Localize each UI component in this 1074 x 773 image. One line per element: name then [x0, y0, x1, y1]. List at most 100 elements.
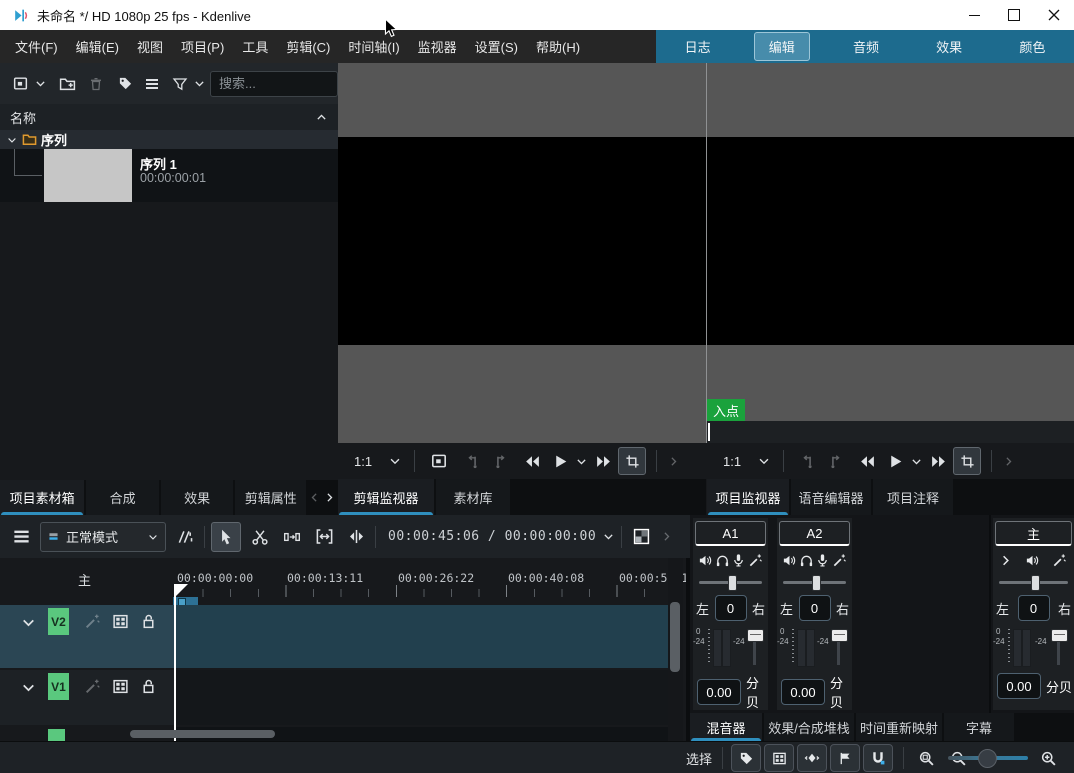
tab-scroll-left-icon[interactable]: [308, 491, 321, 504]
track-badge-v2[interactable]: V2: [48, 608, 69, 635]
bin-item-row[interactable]: 序列 1 00:00:00:01: [0, 149, 338, 202]
workspace-tab-audio[interactable]: 音频: [839, 33, 893, 60]
track-badge-v1[interactable]: V1: [48, 673, 69, 700]
tags-button[interactable]: [116, 72, 135, 96]
timeline-hscroll-thumb[interactable]: [130, 730, 275, 738]
toolbar-overflow-icon[interactable]: [660, 530, 673, 543]
zone-out-button[interactable]: [487, 449, 511, 473]
tab-time-remap[interactable]: 时间重新映射: [856, 713, 942, 741]
mute-speaker-icon[interactable]: [698, 553, 713, 568]
workspace-tab-editing[interactable]: 编辑: [754, 32, 810, 61]
menu-clip[interactable]: 剪辑(C): [277, 37, 339, 56]
record-mic-icon[interactable]: [731, 553, 746, 568]
menu-help[interactable]: 帮助(H): [527, 37, 589, 56]
add-clip-dropdown[interactable]: [33, 72, 47, 96]
timeline-vscroll-thumb[interactable]: [670, 602, 680, 672]
balance-slider[interactable]: [783, 574, 846, 590]
timecode-dropdown-icon[interactable]: [602, 530, 615, 543]
edit-mode-select[interactable]: 正常模式: [40, 522, 166, 552]
snap-toggle-button[interactable]: [863, 744, 893, 772]
play-button[interactable]: [547, 448, 573, 474]
tab-mixer[interactable]: 混音器: [690, 713, 762, 741]
pan-value-box[interactable]: 0: [715, 595, 747, 621]
delete-button[interactable]: [87, 72, 106, 96]
menu-edit[interactable]: 编辑(E): [67, 37, 128, 56]
tab-scroll-right-icon[interactable]: [323, 491, 336, 504]
tab-clip-monitor[interactable]: 剪辑监视器: [338, 479, 434, 515]
workspace-tab-logging[interactable]: 日志: [671, 33, 725, 60]
split-audio-video-button[interactable]: [172, 524, 198, 550]
collapse-track-icon[interactable]: [20, 614, 37, 631]
channel-title[interactable]: 主: [995, 521, 1072, 546]
ripple-tool-button[interactable]: [343, 524, 369, 550]
menu-tools[interactable]: 工具: [233, 37, 277, 56]
forward-button[interactable]: [590, 448, 616, 474]
tab-speech-editor[interactable]: 语音编辑器: [791, 479, 871, 515]
bin-folder-row[interactable]: 序列: [0, 130, 338, 149]
timeline-master-label[interactable]: 主: [78, 570, 91, 589]
tab-clip-properties[interactable]: 剪辑属性: [235, 480, 306, 515]
chevron-down-icon[interactable]: [757, 454, 771, 468]
channel-effects-wand-icon[interactable]: [748, 553, 763, 568]
timeline-menu-button[interactable]: [8, 524, 34, 550]
fader-handle[interactable]: [831, 629, 848, 642]
close-button[interactable]: [1034, 1, 1074, 29]
menu-settings[interactable]: 设置(S): [466, 37, 527, 56]
zoom-in-button[interactable]: [1036, 746, 1060, 770]
show-video-icon[interactable]: [112, 678, 129, 695]
track-header-v1[interactable]: V1: [0, 670, 175, 725]
zoom-fit-button[interactable]: [914, 746, 938, 770]
bin-name-header[interactable]: 名称: [0, 104, 338, 130]
minimize-button[interactable]: [954, 1, 994, 29]
clip-monitor-zoom-level[interactable]: 1:1: [354, 454, 372, 469]
zone-in-button[interactable]: [796, 449, 820, 473]
menu-file[interactable]: 文件(F): [6, 37, 67, 56]
show-video-icon[interactable]: [112, 613, 129, 630]
timeline-zoom-slider[interactable]: [948, 756, 1028, 760]
monitor-headphones-icon[interactable]: [715, 553, 730, 568]
monitor-overlay-button[interactable]: [427, 449, 451, 473]
lock-track-icon[interactable]: [140, 678, 157, 695]
db-value-box[interactable]: 0.00: [697, 679, 741, 705]
mixed-audio-video-button[interactable]: [628, 524, 654, 550]
track-effects-icon[interactable]: [84, 678, 101, 695]
tab-subtitles[interactable]: 字幕: [944, 713, 1014, 741]
chevron-down-icon[interactable]: [388, 454, 402, 468]
loop-zone-button[interactable]: [953, 447, 981, 475]
selection-tool-button[interactable]: [211, 522, 241, 552]
bin-options-button[interactable]: [143, 72, 162, 96]
timeline-ruler[interactable]: 00:00:00:00 00:00:13:11 00:00:26:22 00:0…: [175, 558, 668, 605]
menu-monitor[interactable]: 监视器: [409, 37, 466, 56]
timeline-zone-bar[interactable]: [173, 597, 198, 605]
tab-compositions[interactable]: 合成: [86, 480, 159, 515]
track-content-v2[interactable]: [175, 605, 668, 668]
db-value-box[interactable]: 0.00: [781, 679, 825, 705]
menu-project[interactable]: 项目(P): [172, 37, 233, 56]
slip-tool-button[interactable]: [311, 524, 337, 550]
filter-button[interactable]: [172, 72, 189, 96]
razor-tool-button[interactable]: [247, 524, 273, 550]
filter-dropdown[interactable]: [193, 72, 206, 96]
play-dropdown-icon[interactable]: [575, 455, 588, 468]
play-button[interactable]: [882, 448, 908, 474]
play-dropdown-icon[interactable]: [910, 455, 923, 468]
timeline-timecode[interactable]: 00:00:45:06 / 00:00:00:00: [388, 529, 596, 544]
tag-toggle-button[interactable]: [731, 744, 761, 772]
workspace-tab-color[interactable]: 颜色: [1005, 33, 1059, 60]
project-monitor-zoom-level[interactable]: 1:1: [723, 454, 741, 469]
pan-value-box[interactable]: 0: [799, 595, 831, 621]
playhead-line[interactable]: [174, 584, 176, 741]
playhead-marker[interactable]: [175, 584, 188, 597]
toolbar-overflow-icon[interactable]: [667, 455, 680, 468]
monitor-headphones-icon[interactable]: [799, 553, 814, 568]
collapse-mixer-icon[interactable]: [998, 553, 1013, 568]
rewind-button[interactable]: [519, 448, 545, 474]
zone-in-button[interactable]: [461, 449, 485, 473]
channel-effects-wand-icon[interactable]: [1052, 553, 1067, 568]
tab-effects[interactable]: 效果: [161, 480, 234, 515]
lock-track-icon[interactable]: [140, 613, 157, 630]
channel-effects-wand-icon[interactable]: [832, 553, 847, 568]
clip-thumbnail[interactable]: [44, 149, 132, 202]
spacer-tool-button[interactable]: [279, 524, 305, 550]
loop-zone-button[interactable]: [618, 447, 646, 475]
